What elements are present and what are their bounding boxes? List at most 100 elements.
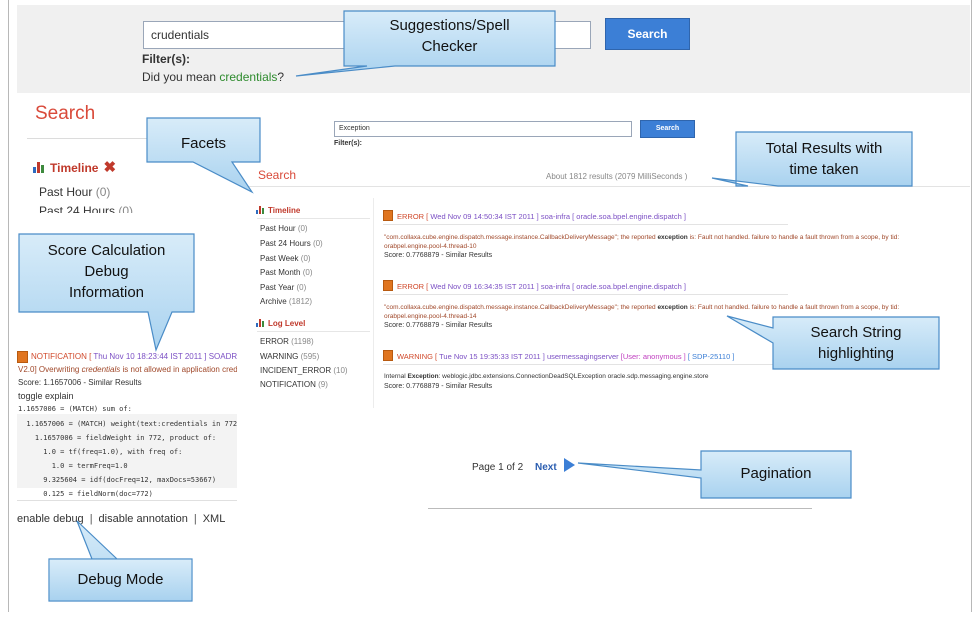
- close-icon[interactable]: ✖: [103, 159, 116, 176]
- callout-line: Debug Mode: [77, 571, 164, 588]
- facet-header-label: Log Level: [268, 319, 306, 328]
- callout-line: time taken: [789, 161, 859, 178]
- callout-line: Suggestions/Spell: [389, 17, 510, 34]
- search-term-highlight: exception: [657, 234, 688, 241]
- next-arrow-icon[interactable]: [564, 458, 575, 472]
- result-header[interactable]: ERROR [ Wed Nov 09 16:34:35 IST 2011 ] s…: [397, 282, 686, 291]
- bar-chart-icon: [256, 206, 265, 214]
- callout-line: Score Calculation: [47, 242, 166, 259]
- callout-highlight: Search String highlighting: [773, 322, 939, 364]
- facet-divider: [257, 218, 370, 219]
- user-tag: [User: anonymous ]: [620, 352, 686, 361]
- facet-label: INCIDENT_ERROR: [260, 366, 332, 375]
- callout-line: Facets: [180, 135, 226, 152]
- logger-class: oracle.soa.bpel.engine.dispatch ]: [574, 282, 686, 291]
- callout-total: Total Results with time taken: [736, 138, 912, 180]
- left-facet-item[interactable]: Past Hour (0): [39, 185, 110, 199]
- loglevel-facet-item[interactable]: WARNING (595): [260, 352, 319, 361]
- callout-pagination: Pagination: [701, 463, 851, 484]
- result-underline: [383, 294, 788, 295]
- facet-label: ERROR: [260, 337, 289, 346]
- search-term-highlight: exception: [657, 304, 688, 311]
- bar-chart-icon: [33, 162, 45, 173]
- callout-suggestions: Suggestions/Spell Checker: [344, 15, 555, 57]
- timeline-facet-item[interactable]: Past Hour (0): [260, 224, 308, 233]
- callout-line: Search String: [810, 324, 902, 341]
- facet-count: (595): [300, 352, 320, 361]
- did-you-mean-suffix: ?: [277, 70, 285, 84]
- debug-score-line: Score: 1.1657006 - Similar Results: [18, 378, 142, 387]
- timeline-facet-item[interactable]: Past Year (0): [260, 283, 306, 292]
- explain-line: 9.325604 = idf(docFreq=12, maxDocs=53667…: [18, 476, 217, 484]
- spell-suggestion-link[interactable]: credentials: [219, 70, 277, 84]
- result-message: "com.collaxa.cube.engine.dispatch.messag…: [384, 304, 899, 311]
- callout-facets: Facets: [147, 133, 260, 154]
- xml-link[interactable]: XML: [203, 513, 226, 525]
- loglevel-facet-item[interactable]: NOTIFICATION (9): [260, 380, 328, 389]
- results-search-button[interactable]: Search: [640, 120, 695, 138]
- result-message: Internal Exception: weblogic.jdbc.extens…: [384, 373, 708, 380]
- facet-count: (1198): [291, 337, 314, 346]
- facet-label: Past Month: [260, 268, 301, 277]
- callout-line: Debug: [84, 263, 129, 280]
- disable-annotation-link[interactable]: disable annotation: [99, 513, 188, 525]
- results-search-title: Search: [258, 168, 297, 182]
- loglevel-facet-header: Log Level: [256, 319, 305, 328]
- left-facet-item[interactable]: Past 24 Hours (0): [39, 204, 133, 213]
- result-message: orabpel.engine.pool-4.thread-14: [384, 313, 477, 320]
- left-search-title: Search: [35, 103, 96, 124]
- next-page-link[interactable]: Next: [535, 462, 557, 473]
- facet-count: (0): [297, 224, 308, 233]
- loglevel-facet-item[interactable]: INCIDENT_ERROR (10): [260, 366, 348, 375]
- server-name: soa-infra [: [538, 282, 575, 291]
- facet-count: (10): [333, 366, 348, 375]
- facet-label: WARNING: [260, 352, 299, 361]
- timestamp: Wed Nov 09 16:34:35 IST 2011 ]: [428, 282, 539, 291]
- enable-debug-link[interactable]: enable debug: [17, 513, 84, 525]
- top-search-button[interactable]: Search: [605, 18, 690, 50]
- explain-line: 1.0 = termFreq=1.0: [18, 462, 128, 470]
- facet-count: (0): [95, 185, 111, 199]
- timestamp: Wed Nov 09 14:50:34 IST 2011 ]: [428, 212, 539, 221]
- loglevel-facet-item[interactable]: ERROR (1198): [260, 337, 314, 346]
- facet-label: Past 24 Hours: [39, 204, 116, 213]
- result-message: orabpel.engine.pool-4.thread-10: [384, 243, 477, 250]
- logger-class: oracle.soa.bpel.engine.dispatch ]: [574, 212, 686, 221]
- facet-label: Past Week: [260, 254, 299, 263]
- result-score: Score: 0.7768879 - Similar Results: [384, 322, 493, 329]
- timestamp: Thu Nov 10 18:23:44 IST 2011 ]: [91, 352, 207, 361]
- total-results-count: About 1812 results (2079 MilliSeconds ): [546, 172, 688, 181]
- search-term-highlight: Exception: [407, 373, 439, 380]
- callout-line: highlighting: [818, 345, 894, 362]
- log-document-icon: [17, 351, 28, 363]
- facet-divider: [257, 331, 370, 332]
- results-search-input[interactable]: Exception: [334, 121, 632, 137]
- result-header[interactable]: WARNING [ Tue Nov 15 19:35:33 IST 2011 ]…: [397, 352, 734, 361]
- result-underline: [383, 364, 788, 365]
- timeline-facet-item[interactable]: Past Week (0): [260, 254, 311, 263]
- toggle-explain-link[interactable]: toggle explain: [18, 391, 74, 401]
- facet-label: Past Year: [260, 283, 295, 292]
- message-term: credentials: [81, 365, 121, 374]
- message-text: is: Fault not handled. failure to handle…: [687, 234, 900, 241]
- results-filter-label: Filter(s):: [334, 140, 362, 147]
- message-text: "com.collaxa.cube.engine.dispatch.messag…: [384, 304, 658, 311]
- facet-count: (0): [296, 283, 307, 292]
- result-header[interactable]: ERROR [ Wed Nov 09 14:50:34 IST 2011 ] s…: [397, 212, 686, 221]
- timeline-facet-item[interactable]: Past 24 Hours (0): [260, 239, 323, 248]
- log-document-icon: [383, 210, 393, 221]
- result-score: Score: 0.7768879 - Similar Results: [384, 252, 493, 259]
- bar-chart-icon: [256, 319, 265, 327]
- facet-count: (0): [302, 268, 313, 277]
- facet-count: (9): [318, 380, 328, 389]
- timeline-facet-item[interactable]: Archive (1812): [260, 297, 312, 306]
- explain-line: 1.1657006 = (MATCH) sum of:: [18, 405, 132, 413]
- message-text: : weblogic.jdbc.extensions.ConnectionDea…: [438, 373, 709, 380]
- timeline-facet-item[interactable]: Past Month (0): [260, 268, 312, 277]
- callout-line: Checker: [421, 38, 478, 55]
- results-divider: [246, 186, 970, 187]
- severity: WARNING [: [397, 352, 438, 361]
- timeline-facet-header: Timeline: [256, 206, 300, 215]
- server-name: usermessagingserver: [544, 352, 621, 361]
- timeline-label: Timeline: [50, 161, 99, 175]
